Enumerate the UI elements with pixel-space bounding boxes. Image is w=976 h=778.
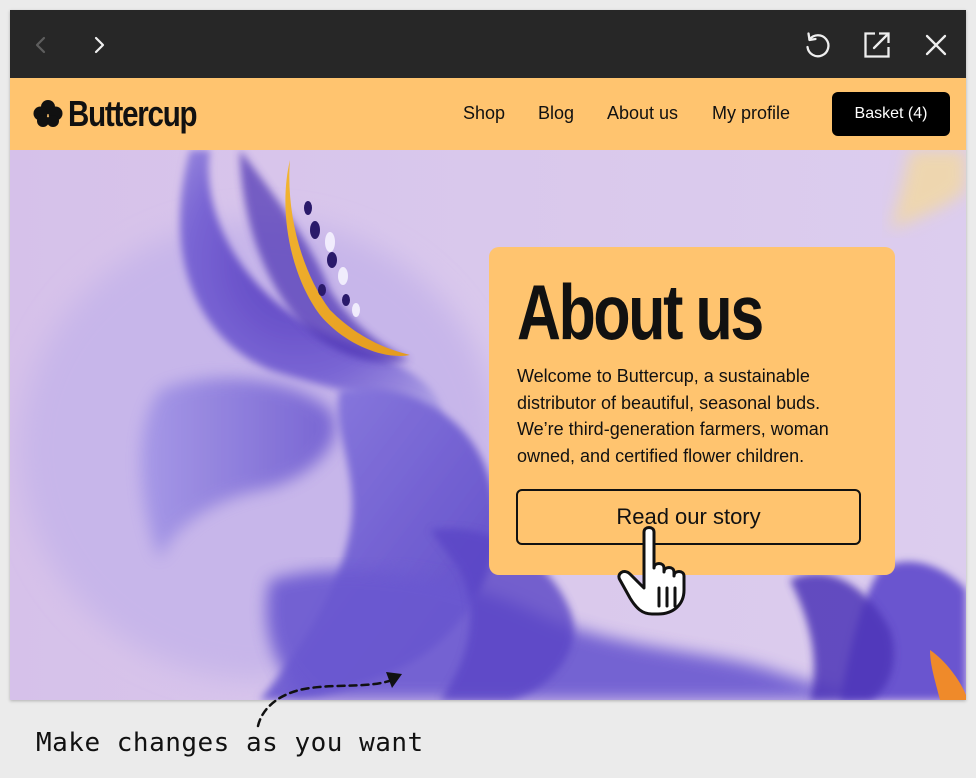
curved-arrow-icon [256, 672, 402, 728]
open-external-button[interactable] [860, 28, 894, 62]
forward-button[interactable] [82, 28, 116, 62]
chevron-left-icon [35, 36, 46, 54]
brand-name: Buttercup [68, 93, 198, 134]
browser-toolbar [10, 10, 966, 78]
about-description: Welcome to Buttercup, a sustainable dist… [517, 366, 829, 466]
close-icon [925, 34, 947, 56]
annotation-caption: Make changes as you want [36, 728, 424, 758]
brand-logo[interactable]: Buttercup [32, 93, 225, 134]
reload-icon [806, 32, 830, 58]
browser-window: Buttercup Shop Blog About us My profile … [10, 10, 966, 700]
basket-button[interactable]: Basket (4) [832, 92, 950, 136]
chevron-right-icon [94, 36, 105, 54]
page-title: About us [517, 268, 764, 356]
back-button[interactable] [24, 28, 58, 62]
hero-section: About us Welcome to Buttercup, a sustain… [10, 150, 966, 700]
nav-about-us[interactable]: About us [607, 103, 678, 124]
clover-icon [33, 100, 63, 127]
nav-my-profile[interactable]: My profile [712, 103, 790, 124]
nav-shop[interactable]: Shop [463, 103, 505, 124]
hand-cursor-icon [617, 526, 686, 616]
open-external-icon [864, 32, 890, 58]
close-button[interactable] [919, 28, 953, 62]
site-header: Buttercup Shop Blog About us My profile … [10, 78, 966, 150]
reload-button[interactable] [800, 28, 834, 62]
nav-blog[interactable]: Blog [538, 103, 574, 124]
